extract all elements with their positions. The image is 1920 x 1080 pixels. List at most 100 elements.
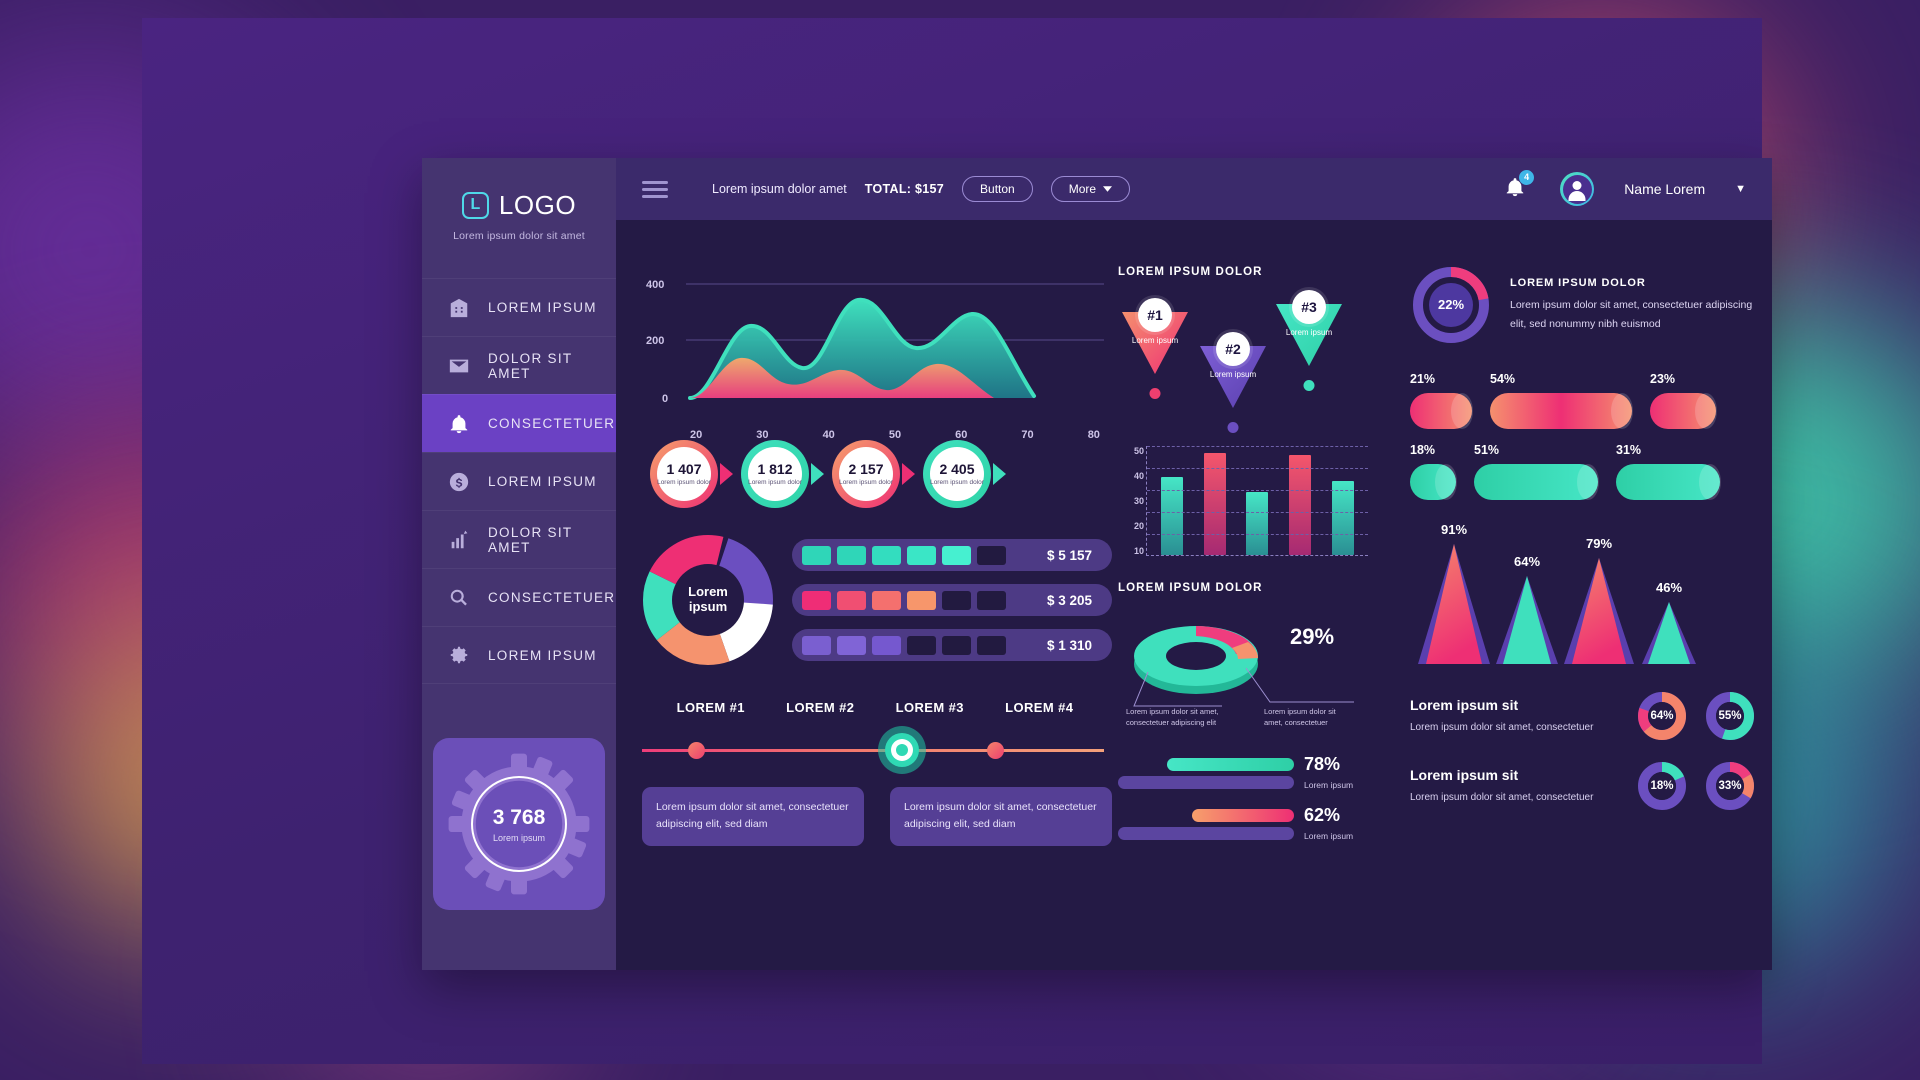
cylinder-label: 21%	[1410, 372, 1436, 386]
chevron-down-icon[interactable]: ▼	[1735, 183, 1746, 195]
timeline-card: Lorem ipsum dolor sit amet, consectetuer…	[642, 787, 864, 846]
hamburger-icon[interactable]	[642, 180, 668, 198]
kpi-donut: 22%	[1410, 264, 1492, 346]
bottom-kpi-row: Lorem ipsum sit Lorem ipsum dolor sit am…	[1410, 690, 1756, 742]
timeline-active-handle[interactable]	[877, 725, 927, 775]
bottom-kpi-title: Lorem ipsum sit	[1410, 696, 1519, 713]
cone-item: 46%	[1642, 580, 1696, 664]
stat-label: Lorem ipsum dolor	[657, 478, 711, 486]
funnel-section-title: LOREM IPSUM DOLOR	[1118, 266, 1263, 278]
sidebar-item-dolor-sit-amet-2[interactable]: DOLOR SIT AMET	[422, 510, 616, 568]
sidebar-item-lorem-ipsum-3[interactable]: LOREM IPSUM	[422, 626, 616, 684]
main-donut-chart: Lorem ipsum	[642, 534, 774, 666]
timeline-steps: LOREM #1 LOREM #2 LOREM #3 LOREM #4	[642, 700, 1112, 715]
brand: L LOGO Lorem ipsum dolor sit amet	[422, 180, 616, 248]
user-name: Name Lorem	[1624, 181, 1706, 197]
timeline-step-label[interactable]: LOREM #4	[985, 700, 1095, 715]
more-label: More	[1068, 182, 1097, 196]
timeline-step-label[interactable]: LOREM #2	[766, 700, 876, 715]
mini-bar	[1246, 491, 1269, 555]
mini-donut-value: 18%	[1650, 780, 1674, 792]
kpi-value: 22%	[1437, 296, 1465, 312]
topbar-subtitle: Lorem ipsum dolor amet	[712, 182, 847, 196]
mini-donut: 55%	[1704, 690, 1756, 742]
stat-item[interactable]: 2 157 Lorem ipsum dolor	[832, 440, 923, 508]
presentation-frame: L LOGO Lorem ipsum dolor sit amet LOREM …	[142, 18, 1772, 1064]
sidebar-item-lorem-ipsum-2[interactable]: LOREM IPSUM	[422, 452, 616, 510]
stat-label: Lorem ipsum dolor	[748, 478, 802, 486]
cone-item: 64%	[1496, 554, 1558, 664]
main-area: Lorem ipsum dolor amet TOTAL: $157 Butto…	[616, 158, 1772, 970]
timeline-step-label[interactable]: LOREM #1	[656, 700, 766, 715]
mid-donut-title: LOREM IPSUM DOLOR	[1118, 582, 1263, 594]
funnel-caption: Lorem ipsum	[1131, 336, 1179, 345]
sidebar-item-label: CONSECTETUER	[488, 416, 616, 431]
topbar: Lorem ipsum dolor amet TOTAL: $157 Butto…	[616, 158, 1772, 220]
pct-value: 62%	[1304, 805, 1341, 825]
block-bar-amount: $ 1 310	[1046, 637, 1092, 653]
timeline-dot[interactable]	[688, 742, 705, 759]
stat-item[interactable]: 1 812 Lorem ipsum dolor	[741, 440, 832, 508]
mini-donut-value: 64%	[1650, 710, 1674, 722]
stat-circles: 1 407 Lorem ipsum dolor 1 812 Lorem ipsum …	[642, 440, 1112, 508]
pct-label: Lorem ipsum	[1304, 780, 1354, 790]
stat-item[interactable]: 2 405 Lorem ipsum dolor	[923, 440, 1014, 508]
timeline-step-label[interactable]: LOREM #3	[875, 700, 985, 715]
sidebar-item-consectetuer-2[interactable]: CONSECTETUER	[422, 568, 616, 626]
funnel-item-3[interactable]: #3 Lorem ipsum	[1276, 290, 1342, 391]
cylinder-label: 31%	[1616, 443, 1642, 457]
funnel-rank: #1	[1138, 298, 1172, 332]
sidebar-item-label: DOLOR SIT AMET	[488, 524, 573, 555]
funnel-item-2[interactable]: #2 Lorem ipsum	[1200, 332, 1266, 433]
ytick: 40	[1133, 471, 1144, 481]
sidebar-item-dolor-sit-amet-1[interactable]: DOLOR SIT AMET	[422, 336, 616, 394]
more-dropdown[interactable]: More	[1050, 176, 1131, 202]
mid-donut-chart: 29%	[1133, 624, 1354, 707]
avatar[interactable]	[1560, 172, 1595, 206]
mini-bar-plot	[1146, 446, 1368, 556]
sidebar-item-consectetuer-1[interactable]: CONSECTETUER	[422, 394, 616, 452]
chevron-right-icon	[902, 463, 915, 485]
block-bar-row[interactable]: $ 1 310	[792, 629, 1112, 661]
notifications-button[interactable]: 4	[1504, 169, 1535, 203]
xtick: 70	[1021, 429, 1034, 441]
bar-chart-icon	[451, 530, 468, 548]
kpi-block: 22% LOREM IPSUM DOLOR Lorem ipsum dolor …	[1410, 264, 1756, 346]
pct-bar-group: 78% Lorem ipsum 62% Lorem ipsum	[1118, 754, 1368, 844]
bell-icon	[450, 414, 468, 433]
stat-label: Lorem ipsum dolor	[839, 478, 893, 486]
svg-text:400: 400	[646, 279, 664, 291]
stat-label: Lorem ipsum dolor	[930, 478, 984, 486]
timeline-dot[interactable]	[987, 742, 1004, 759]
donut-and-bars: Lorem ipsum $ 5 157 $ 3 205 $ 1 310	[642, 534, 1112, 666]
cylinder-bar	[1410, 464, 1457, 500]
pct-bar-row: 62% Lorem ipsum	[1118, 805, 1368, 844]
building-icon	[450, 298, 468, 317]
svg-text:200: 200	[646, 335, 664, 347]
sidebar-item-label: LOREM IPSUM	[488, 474, 597, 489]
stat-item[interactable]: 1 407 Lorem ipsum dolor	[650, 440, 741, 508]
donut-label-2: ipsum	[688, 599, 728, 614]
mini-donut: 64%	[1636, 690, 1688, 742]
funnel-group: #1 Lorem ipsum #2 Lorem ipsum #3 Lorem i…	[1118, 290, 1368, 433]
cylinder-bar	[1474, 464, 1599, 500]
cone-label: 64%	[1513, 554, 1541, 569]
block-bar-row[interactable]: $ 3 205	[792, 584, 1112, 616]
funnel-pip	[1227, 422, 1239, 433]
stat-value: 2 157	[848, 460, 884, 477]
button-primary[interactable]: Button	[962, 176, 1033, 202]
stat-value: 2 405	[939, 460, 975, 477]
cone-chart: 91% 64% 79% 46%	[1410, 522, 1756, 664]
kpi-body: Lorem ipsum dolor sit amet, consectetuer…	[1510, 299, 1753, 330]
funnel-item-1[interactable]: #1 Lorem ipsum	[1122, 298, 1188, 399]
svg-text:0: 0	[662, 393, 668, 405]
cylinder-bars: 21% 54% 23% 18% 51% 31%	[1410, 372, 1756, 500]
block-bar-row[interactable]: $ 5 157	[792, 539, 1112, 571]
sidebar-nav: LOREM IPSUM DOLOR SIT AMET CONSECTETUER …	[422, 278, 616, 684]
gear-widget[interactable]: 3 768 Lorem ipsum	[433, 738, 605, 910]
funnel-rank: #2	[1216, 332, 1250, 366]
sidebar-item-lorem-ipsum-1[interactable]: LOREM IPSUM	[422, 278, 616, 336]
mid-donut-value: 29%	[1290, 624, 1334, 649]
timeline-track[interactable]	[642, 726, 1112, 774]
gear-widget-value: 3 768	[492, 805, 546, 829]
